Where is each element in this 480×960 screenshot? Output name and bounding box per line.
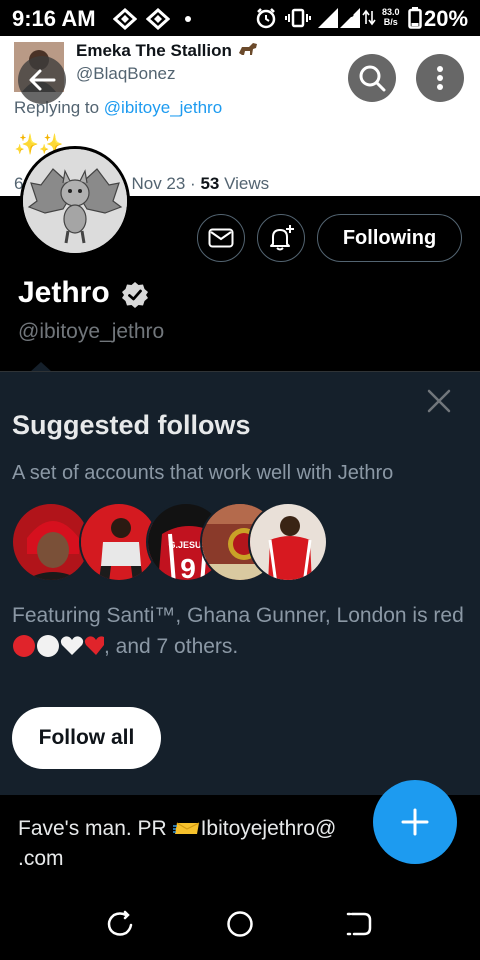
- mail-icon: [208, 228, 234, 248]
- home-icon[interactable]: [226, 910, 254, 938]
- signal-icon: 3G: [318, 8, 376, 28]
- horse-emoji-icon: [238, 43, 257, 55]
- suggested-title: Suggested follows: [12, 410, 251, 440]
- svg-text:3G: 3G: [342, 9, 354, 19]
- vibrate-icon: [285, 8, 311, 28]
- status-bar: 9:16 AM 3G 83.0 B/s 20%: [0, 0, 480, 36]
- status-time: 9:16 AM: [12, 6, 96, 31]
- bio-email[interactable]: Ibitoyejethro@: [201, 817, 337, 840]
- system-navigation-bar: [0, 890, 480, 960]
- close-icon[interactable]: [424, 388, 454, 416]
- bell-plus-icon: [270, 225, 294, 251]
- more-options-button[interactable]: [416, 54, 464, 102]
- back-icon[interactable]: [346, 910, 374, 938]
- notification-dot: [185, 16, 191, 22]
- suggested-avatar[interactable]: [248, 502, 328, 582]
- back-arrow-icon: [29, 69, 56, 91]
- follow-all-button[interactable]: Follow all: [12, 707, 161, 769]
- alarm-icon: [256, 8, 276, 29]
- data-saver-icon-2: [146, 8, 170, 30]
- data-saver-icon: [113, 8, 137, 30]
- compose-button[interactable]: [373, 780, 457, 864]
- recents-icon[interactable]: [106, 910, 134, 938]
- profile-name: Jethro: [18, 276, 110, 309]
- notifications-button[interactable]: [257, 214, 305, 262]
- profile-bio: Fave's man. PR Ibitoyejethro@ .com: [18, 817, 337, 870]
- suggested-subtitle: A set of accounts that work well with Je…: [12, 462, 394, 484]
- plus-icon: [401, 808, 429, 836]
- message-button[interactable]: [197, 214, 245, 262]
- featuring-text: Featuring Santi™, Ghana Gunner, London i…: [12, 604, 464, 658]
- email-emoji-icon: [171, 822, 199, 834]
- tweet-author-handle[interactable]: @BlaqBonez: [76, 64, 176, 84]
- profile-handle: @ibitoye_jethro: [18, 320, 165, 343]
- battery-icon: [408, 7, 422, 29]
- profile-avatar[interactable]: [20, 146, 130, 256]
- more-vertical-icon: [437, 66, 443, 90]
- bat-avatar-image: [23, 149, 127, 253]
- following-button[interactable]: Following: [317, 214, 462, 262]
- search-button[interactable]: [348, 54, 396, 102]
- network-speed: 83.0 B/s: [382, 7, 400, 27]
- tweet-author-name[interactable]: Emeka The Stallion: [76, 41, 259, 61]
- svg-text:9: 9: [180, 553, 196, 582]
- replying-to-link[interactable]: @ibitoye_jethro: [104, 98, 222, 117]
- search-icon: [359, 65, 386, 92]
- battery-percentage: 20%: [424, 6, 469, 31]
- verified-icon[interactable]: [121, 281, 149, 309]
- back-button[interactable]: [18, 56, 66, 104]
- red-white-hearts-icon: [13, 635, 106, 657]
- views-count: 53: [200, 174, 220, 193]
